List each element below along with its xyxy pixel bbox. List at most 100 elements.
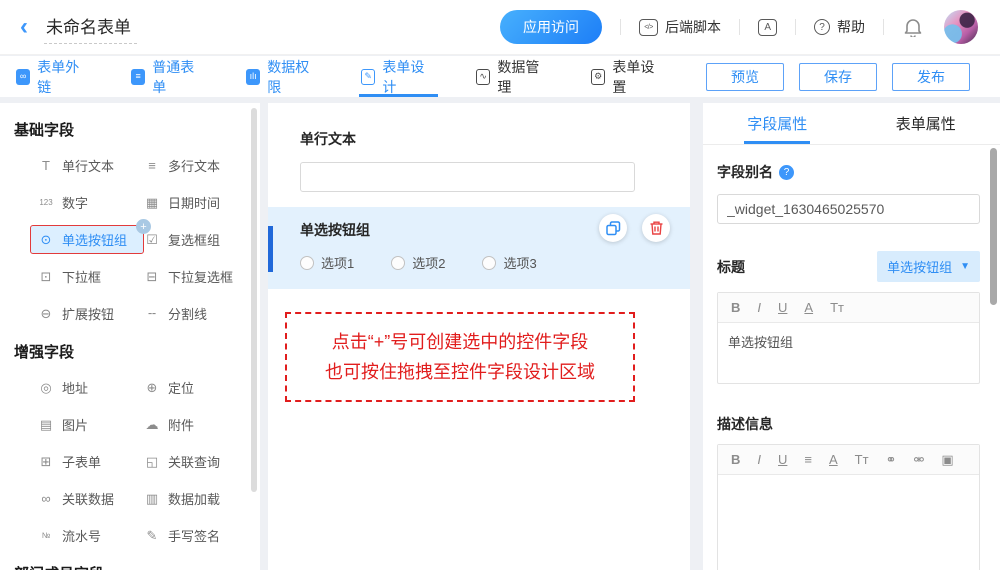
sidebar-item-label: 图片 [62, 415, 88, 434]
bold-icon[interactable]: B [731, 301, 740, 314]
title-editor-content[interactable]: 单选按钮组 [718, 323, 979, 383]
multi-line-text-icon: ≡ [144, 158, 160, 173]
sidebar-item-divider[interactable]: ╌分割线 [144, 304, 207, 323]
user-avatar[interactable] [944, 10, 978, 44]
font-size-icon[interactable]: Tᴛ [830, 301, 844, 314]
checkbox-group-icon: ☑ [144, 232, 160, 248]
sidebar-item-radio-group[interactable]: ⊙单选按钮组+ [31, 226, 143, 253]
radio-circle-icon[interactable] [482, 256, 496, 270]
tab-form-properties[interactable]: 表单属性 [852, 103, 1000, 144]
section-heading: 部门成员字段 [14, 563, 260, 570]
sidebar-item-attachment[interactable]: ☁附件 [144, 415, 194, 434]
radio-option[interactable]: 选项3 [482, 253, 536, 272]
tab-data-permission[interactable]: ılı数据权限 [246, 56, 317, 97]
sidebar-item-address[interactable]: ◎地址 [38, 378, 88, 397]
text-input[interactable] [300, 162, 635, 192]
sidebar-item-label: 扩展按钮 [62, 304, 114, 323]
sidebar-item-select[interactable]: ⊡下拉框 [38, 267, 101, 286]
sidebar-item-subform[interactable]: ⊞子表单 [38, 452, 101, 471]
italic-icon[interactable]: I [757, 453, 761, 466]
underline-icon[interactable]: U [778, 301, 787, 314]
sidebar-item-datetime[interactable]: ▦日期时间 [144, 193, 220, 212]
tab-normal-form[interactable]: ≡普通表单 [131, 56, 202, 97]
sidebar-item-label: 附件 [168, 415, 194, 434]
bar-chart-icon: ılı [246, 69, 260, 85]
preview-button[interactable]: 预览 [706, 63, 784, 91]
divider-icon: ╌ [144, 306, 160, 322]
sidebar-item-number[interactable]: 123数字 [38, 193, 88, 212]
sidebar-item-location[interactable]: ⊕定位 [144, 378, 194, 397]
insert-image-icon[interactable]: ▣ [941, 453, 953, 466]
sidebar-item-linked-query[interactable]: ◱关联查询 [144, 452, 220, 471]
section-heading: 基础字段 [14, 119, 260, 140]
title-rich-text-editor: B I U A Tᴛ 单选按钮组 [717, 292, 980, 384]
save-button[interactable]: 保存 [799, 63, 877, 91]
back-icon[interactable]: ‹ [20, 15, 28, 39]
single-line-text-field[interactable]: 单行文本 [268, 103, 690, 192]
section-heading: 增强字段 [14, 341, 260, 362]
sidebar-item-label: 数字 [62, 193, 88, 212]
sidebar-item-extend-button[interactable]: ⊖ 扩展按钮 [38, 304, 114, 323]
edit-doc-icon: ✎ [361, 69, 375, 85]
description-editor-content[interactable] [718, 475, 979, 570]
sidebar-item-image[interactable]: ▤图片 [38, 415, 88, 434]
tab-form-design[interactable]: ✎表单设计 [361, 56, 432, 97]
sidebar-item-label: 下拉框 [62, 267, 101, 286]
radio-option[interactable]: 选项2 [391, 253, 445, 272]
radio-circle-icon[interactable] [300, 256, 314, 270]
selection-bar [268, 226, 273, 272]
title-field-dropdown[interactable]: 单选按钮组 ▼ [877, 251, 980, 282]
font-color-icon[interactable]: A [829, 453, 838, 466]
sidebar-item-signature[interactable]: ✎手写签名 [144, 526, 220, 545]
unlink-icon[interactable]: ⚮ [913, 453, 924, 466]
extend-button-icon: ⊖ [38, 306, 54, 322]
font-size-icon[interactable]: Tᴛ [855, 453, 869, 466]
sidebar-item-linked-data[interactable]: ∞关联数据 [38, 489, 114, 508]
field-alias-input[interactable] [717, 194, 980, 224]
hint-text-line2: 也可按住拖拽至控件字段设计区域 [291, 357, 629, 387]
app-access-button[interactable]: 应用访问 [500, 10, 602, 44]
tab-form-external-link[interactable]: ∞ 表单外链 [16, 56, 87, 97]
tab-data-manage[interactable]: ∿数据管理 [476, 56, 547, 97]
radio-option[interactable]: 选项1 [300, 253, 354, 272]
panel-scrollbar[interactable] [990, 148, 997, 305]
publish-button[interactable]: 发布 [892, 63, 970, 91]
italic-icon[interactable]: I [757, 301, 761, 314]
radio-group-widget-selected[interactable]: 单选按钮组 选项1选项2选项3 [268, 207, 690, 289]
radio-circle-icon[interactable] [391, 256, 405, 270]
contacts-icon[interactable]: A [758, 19, 777, 36]
sidebar-item-data-load[interactable]: ▥数据加载 [144, 489, 220, 508]
data-load-icon: ▥ [144, 491, 160, 507]
form-title-wrap[interactable]: 未命名表单 [44, 11, 137, 44]
bold-icon[interactable]: B [731, 453, 740, 466]
sidebar-item-serial-number[interactable]: №流水号 [38, 526, 101, 545]
sidebar-scrollbar[interactable] [251, 108, 257, 492]
align-icon[interactable]: ≡ [804, 453, 812, 466]
divider [883, 19, 884, 35]
sidebar-item-multi-select[interactable]: ⊟下拉复选框 [144, 267, 233, 286]
link-icon[interactable]: ⚭ [886, 453, 897, 466]
notification-bell-icon[interactable] [904, 17, 922, 37]
copy-widget-button[interactable] [599, 214, 627, 242]
tab-label: 表单外链 [37, 57, 87, 97]
tab-label: 数据管理 [497, 57, 547, 97]
help-tooltip-icon[interactable]: ? [779, 165, 794, 180]
sidebar-item-multi-line-text[interactable]: ≡多行文本 [144, 156, 220, 175]
sidebar-item-checkbox-group[interactable]: ☑复选框组 [144, 230, 220, 249]
sidebar-section: 基础字段 T单行文本 ≡多行文本 123数字 ▦日期时间⊙单选按钮组+☑复选框组 ⊡下拉框… [14, 119, 260, 323]
delete-widget-button[interactable] [642, 214, 670, 242]
field-label: 单行文本 [300, 129, 635, 149]
font-color-icon[interactable]: A [804, 301, 813, 314]
link-icon: ∞ [16, 69, 30, 85]
tab-form-settings[interactable]: ⚙表单设置 [591, 56, 662, 97]
doc-gear-icon: ⚙ [591, 69, 605, 85]
radio-option-label: 选项3 [503, 253, 536, 272]
backend-script-button[interactable]: </> 后端脚本 [639, 17, 721, 37]
sidebar-item-label: 下拉复选框 [168, 267, 233, 286]
sidebar-section: 部门成员字段♙成员单选♙♙成员多选⌂部门单选⌂部门多选 [14, 563, 260, 570]
help-button[interactable]: ? 帮助 [814, 17, 865, 37]
tab-field-properties[interactable]: 字段属性 [703, 103, 852, 144]
underline-icon[interactable]: U [778, 453, 787, 466]
sidebar-item-single-line-text[interactable]: T单行文本 [38, 156, 114, 175]
question-icon: ? [814, 19, 830, 35]
